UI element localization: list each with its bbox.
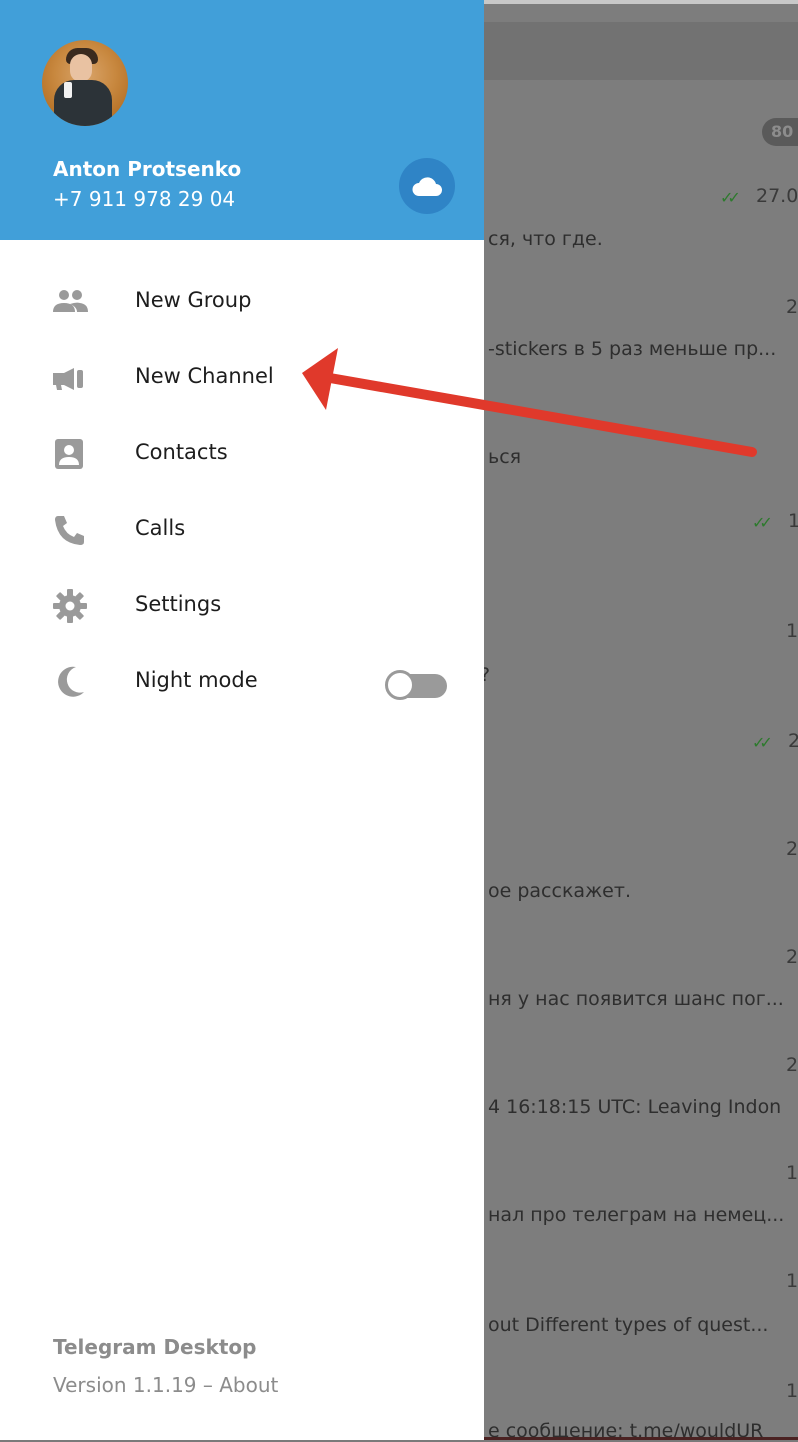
annotation-arrow — [302, 348, 757, 457]
